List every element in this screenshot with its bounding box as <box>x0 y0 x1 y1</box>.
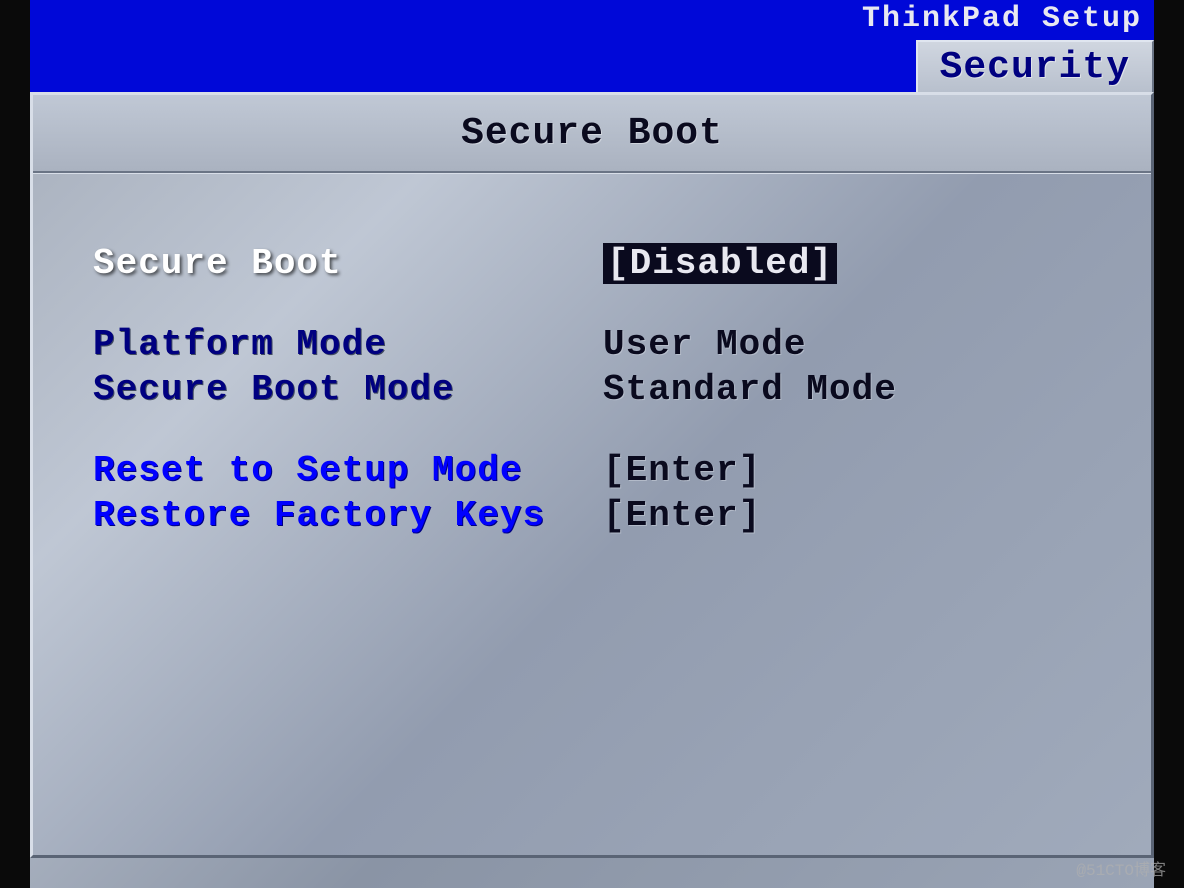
spacer <box>93 288 1091 324</box>
window-title: ThinkPad Setup <box>862 2 1142 36</box>
window-title-bar: ThinkPad Setup <box>30 0 1154 40</box>
action-reset-setup-mode[interactable]: Reset to Setup Mode [Enter] <box>93 450 1091 491</box>
setting-secure-boot[interactable]: Secure Boot [Disabled] <box>93 243 1091 284</box>
action-restore-factory-keys[interactable]: Restore Factory Keys [Enter] <box>93 495 1091 536</box>
value-selected: [Disabled] <box>603 243 837 284</box>
setting-value: User Mode <box>603 324 806 365</box>
section-header: Secure Boot <box>33 95 1151 173</box>
setting-value: Standard Mode <box>603 369 897 410</box>
setting-label: Platform Mode <box>93 324 603 365</box>
spacer <box>93 414 1091 450</box>
main-panel: Secure Boot Secure Boot [Disabled] Platf… <box>30 92 1154 858</box>
setting-label: Secure Boot Mode <box>93 369 603 410</box>
setting-label: Secure Boot <box>93 243 603 284</box>
setting-value: [Disabled] <box>603 243 837 284</box>
tab-security[interactable]: Security <box>916 40 1154 92</box>
setting-platform-mode: Platform Mode User Mode <box>93 324 1091 365</box>
section-title: Secure Boot <box>461 112 723 155</box>
action-value: [Enter] <box>603 450 761 491</box>
tab-bar: Security <box>30 40 1154 92</box>
tab-label: Security <box>940 46 1130 89</box>
action-value: [Enter] <box>603 495 761 536</box>
action-label: Reset to Setup Mode <box>93 450 603 491</box>
action-label: Restore Factory Keys <box>93 495 603 536</box>
watermark: @51CTO博客 <box>1076 856 1166 880</box>
setting-secure-boot-mode: Secure Boot Mode Standard Mode <box>93 369 1091 410</box>
settings-list: Secure Boot [Disabled] Platform Mode Use… <box>33 173 1151 610</box>
